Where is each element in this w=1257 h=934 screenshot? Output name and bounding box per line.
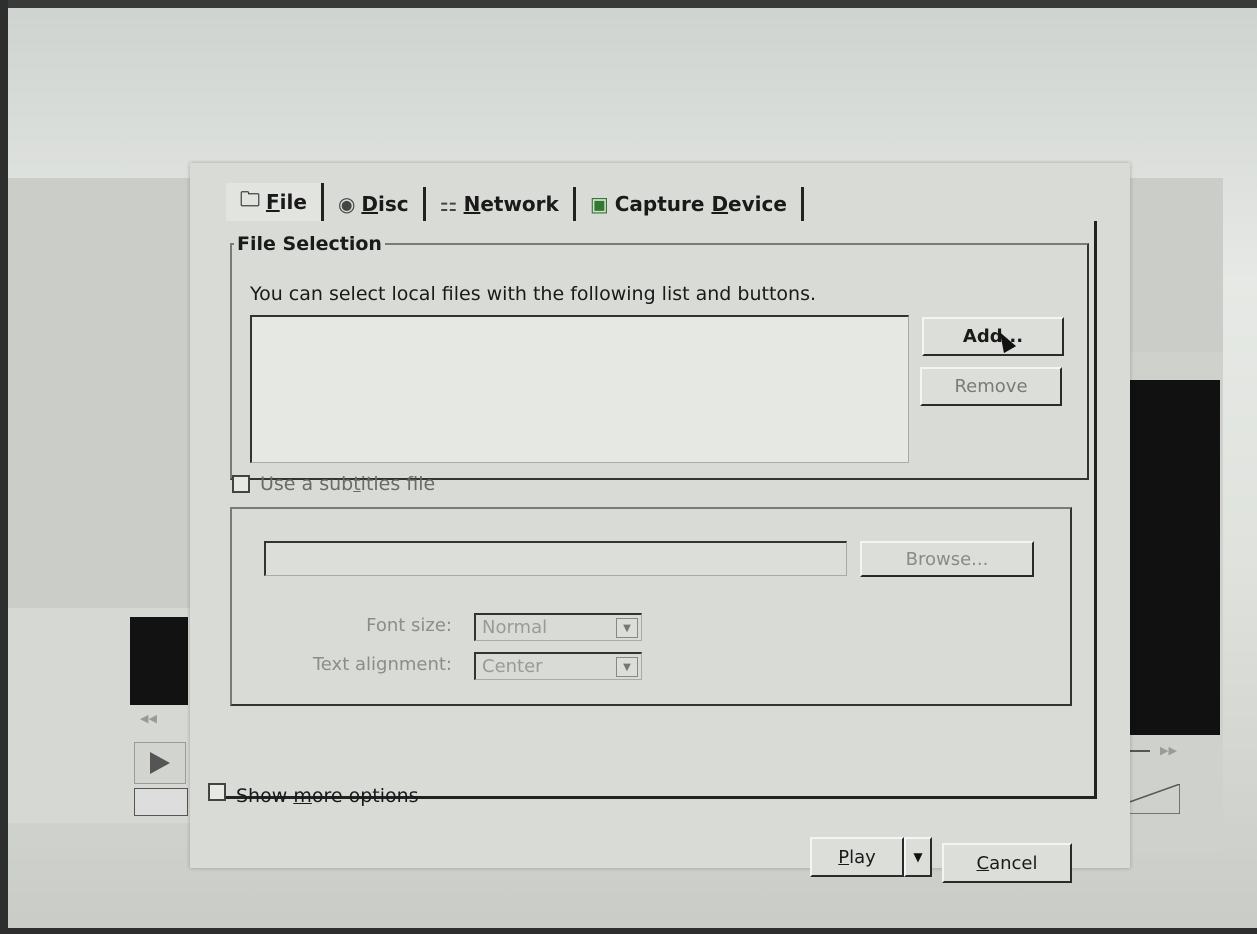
subtitles-file-input[interactable]	[264, 541, 847, 576]
tab-capture-device[interactable]: ▣ Capture Device	[576, 187, 804, 221]
add-button[interactable]: Add...	[922, 317, 1064, 356]
monitor-bezel-left	[0, 0, 8, 934]
subtitles-checkbox-label[interactable]: Use a subtitles file	[260, 473, 435, 495]
chevron-down-icon: ▼	[616, 657, 638, 677]
monitor-bezel-top	[0, 0, 1257, 8]
video-area-left	[130, 617, 188, 705]
remove-button[interactable]: Remove	[920, 367, 1062, 406]
subtitles-group: Browse... Font size: Normal ▼ Text align…	[230, 507, 1072, 706]
file-selection-group: File Selection You can select local file…	[230, 233, 1089, 480]
capture-card-icon: ▣	[589, 192, 609, 216]
seek-forward-icon[interactable]: ▶▶	[1160, 744, 1177, 757]
tab-file-label: File	[266, 190, 307, 214]
show-more-options-label[interactable]: Show more options	[236, 785, 419, 807]
text-alignment-value: Center	[482, 656, 543, 677]
play-dropdown-button[interactable]: ▼	[904, 837, 932, 877]
network-icon: ⚏	[439, 192, 458, 216]
player-play-button[interactable]	[134, 742, 186, 784]
play-button[interactable]: Play	[810, 837, 904, 877]
play-icon	[150, 752, 170, 774]
open-media-dialog: 🗀 File ◉ Disc ⚏ Network ▣ Capture Device…	[190, 163, 1130, 883]
file-selection-title: File Selection	[237, 233, 382, 255]
browse-button[interactable]: Browse...	[860, 541, 1034, 577]
tab-bar: 🗀 File ◉ Disc ⚏ Network ▣ Capture Device	[226, 183, 804, 221]
tab-network[interactable]: ⚏ Network	[426, 187, 576, 221]
folder-icon: 🗀	[240, 187, 260, 211]
chevron-down-icon: ▼	[913, 850, 923, 864]
cancel-button[interactable]: Cancel	[942, 843, 1072, 883]
player-playlist-toggle[interactable]	[134, 788, 188, 816]
tab-network-label: Network	[463, 192, 559, 216]
file-selection-hint: You can select local files with the foll…	[250, 283, 817, 305]
chevron-down-icon: ▼	[616, 618, 638, 638]
text-alignment-label: Text alignment:	[312, 654, 452, 675]
seek-back-icon[interactable]: ◀◀	[140, 712, 157, 725]
show-more-options-checkbox[interactable]	[208, 783, 226, 801]
cancel-button-label: Cancel	[976, 852, 1038, 874]
play-button-label: Play	[838, 846, 876, 868]
font-size-label: Font size:	[366, 615, 452, 636]
tab-disc[interactable]: ◉ Disc	[324, 187, 426, 221]
disc-icon: ◉	[337, 192, 356, 216]
tab-capture-device-label: Capture Device	[614, 192, 787, 216]
text-alignment-select[interactable]: Center ▼	[474, 652, 642, 680]
subtitles-checkbox[interactable]	[232, 475, 250, 493]
tab-disc-label: Disc	[361, 192, 409, 216]
tab-file[interactable]: 🗀 File	[226, 183, 324, 221]
font-size-value: Normal	[482, 617, 548, 638]
file-list[interactable]	[250, 315, 909, 463]
monitor-bezel-bottom	[0, 928, 1257, 934]
font-size-select[interactable]: Normal ▼	[474, 613, 642, 641]
